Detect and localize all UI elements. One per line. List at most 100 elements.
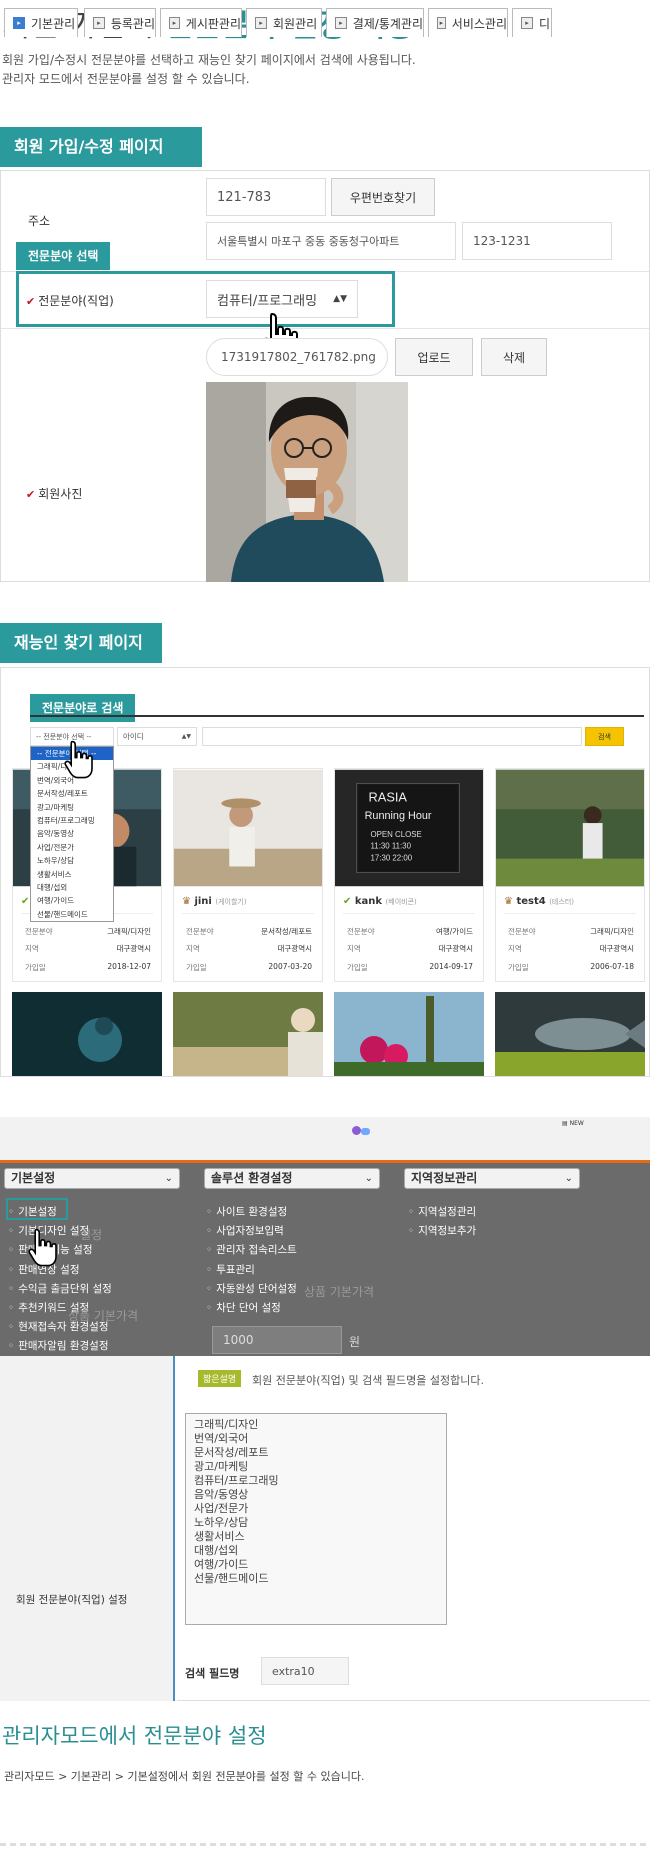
photo-file-field[interactable]: 1731917802_761782.png <box>206 338 388 376</box>
tab-icon: ▸ <box>437 17 446 29</box>
admin-tab[interactable]: ▸ 등록관리 <box>84 8 156 37</box>
card-member-name: ✔ <box>21 896 29 907</box>
talent-card[interactable]: ♛ jini (게이할기) 전문분야 문서작성/레포트 지역 대구광역시 가입일 20… <box>173 768 323 982</box>
dropdown-option[interactable]: 대행/섭외 <box>31 881 113 894</box>
upload-button[interactable]: 업로드 <box>395 338 473 376</box>
bottom-divider <box>0 1843 650 1846</box>
hand-cursor-icon <box>28 1228 57 1267</box>
footer-path: 관리자모드 > 기본관리 > 기본설정에서 회원 전문분야를 설정 할 수 있습… <box>4 1770 365 1783</box>
dropdown-option[interactable]: 광고/마케팅 <box>31 801 113 814</box>
dropdown-option[interactable]: 사업/전문가 <box>31 841 113 854</box>
card-image-7 <box>334 992 484 1076</box>
search-button[interactable]: 검색 <box>585 727 624 746</box>
admin-tab[interactable]: ▸ 서비스관리 <box>428 8 508 37</box>
ghost-text-2: 상품 기본가격 <box>304 1285 375 1299</box>
setting-row-label: 회원 전문분야(직업) 설정 <box>16 1594 128 1606</box>
menu-item[interactable]: 관리자 접속리스트 <box>206 1242 297 1257</box>
menu-item[interactable]: 지역정보추가 <box>408 1223 476 1238</box>
card-date-row: 가입일 2018-12-07 <box>25 962 151 972</box>
member-photo <box>206 382 408 582</box>
tab-icon: ▸ <box>255 17 267 29</box>
menu-item[interactable]: 투표관리 <box>206 1262 255 1277</box>
admin-tab[interactable]: ▸ 디 <box>512 8 552 37</box>
menu-item[interactable]: 사이트 환경설정 <box>206 1204 287 1219</box>
search-input[interactable] <box>202 727 582 746</box>
dropdown-option[interactable]: 음악/동영상 <box>31 827 113 840</box>
card-date-row: 가입일 2007-03-20 <box>186 962 312 972</box>
tab-icon: ▸ <box>93 17 105 29</box>
menu-item[interactable]: 수익금 출금단위 설정 <box>8 1281 112 1296</box>
hand-cursor-icon <box>64 740 93 779</box>
svg-text:OPEN CLOSE: OPEN CLOSE <box>371 830 422 839</box>
help-text: 회원 전문분야(직업) 및 검색 필드명을 설정합니다. <box>252 1374 484 1387</box>
tab-icon: ▸ <box>13 17 25 29</box>
card-member-name: ♛ test4 (테스터) <box>504 896 574 907</box>
admin-tab[interactable]: ▸ 회원관리 <box>246 8 322 37</box>
ghost-text-1: 설정 <box>80 1228 103 1242</box>
member-level-icon: ✔ <box>343 896 352 907</box>
card-image <box>174 769 322 887</box>
card-field-row: 전문분야 그래픽/디자인 <box>508 927 634 936</box>
card-image <box>496 769 644 887</box>
menu-item[interactable]: 지역설정관리 <box>408 1204 476 1219</box>
menu-item[interactable]: 사업자정보입력 <box>206 1223 284 1238</box>
member-level-icon: ♛ <box>182 896 191 907</box>
footer-title: 관리자모드에서 전문분야 설정 <box>2 1724 267 1748</box>
card-field-row: 전문분야 그래픽/디자인 <box>25 927 151 936</box>
card-region-row: 지역 대구광역시 <box>25 944 151 953</box>
menu-group-head[interactable]: 기본설정 ⌄ <box>4 1168 180 1189</box>
dropdown-option[interactable]: 컴퓨터/프로그래밍 <box>31 814 113 827</box>
field-name-input[interactable]: extra10 <box>261 1657 349 1685</box>
menu-group-head[interactable]: 솔루션 환경설정 ⌄ <box>204 1168 380 1189</box>
card-image: RASIA Running Hour OPEN CLOSE 11:30 11:30 17… <box>335 769 483 887</box>
basic-settings-highlight <box>6 1198 68 1220</box>
address-field-1[interactable]: 서울특별시 마포구 중동 중동청구아파트 <box>206 222 456 260</box>
delete-button[interactable]: 삭제 <box>481 338 547 376</box>
card-image-6 <box>173 992 323 1076</box>
menu-item[interactable]: 자동완성 단어설정 <box>206 1281 297 1296</box>
zip-field[interactable]: 121-783 <box>206 178 326 216</box>
field-select-tag: 전문분야 선택 <box>16 242 111 270</box>
dropdown-option[interactable]: 문서작성/레포트 <box>31 787 113 800</box>
admin-tab[interactable]: ▸ 게시판관리 <box>160 8 242 37</box>
check-icon: ✔ <box>26 295 36 308</box>
dropdown-option[interactable]: 노하우/상담 <box>31 854 113 867</box>
address-label: 주소 <box>28 214 51 228</box>
signup-section-title: 회원 가입/수정 페이지 <box>0 127 202 167</box>
notice-badge-icon: ▤ NEW <box>562 1120 584 1127</box>
admin-tab[interactable]: ▸ 기본관리 <box>4 8 78 37</box>
price-field[interactable]: 1000 <box>212 1326 342 1354</box>
admin-tab-bar <box>0 1117 650 1163</box>
price-unit: 원 <box>349 1335 361 1349</box>
select-arrows-icon: ▲▼ <box>333 294 347 304</box>
dropdown-option[interactable]: 여행/가이드 <box>31 894 113 907</box>
tab-icon: ▸ <box>335 17 347 29</box>
talent-card[interactable]: ♛ test4 (테스터) 전문분야 그래픽/디자인 지역 대구광역시 가입일 200… <box>495 768 645 982</box>
menu-item[interactable]: 차단 단어 설정 <box>206 1300 281 1315</box>
menu-group-head[interactable]: 지역정보관리 ⌄ <box>404 1168 580 1189</box>
svg-text:11:30 11:30: 11:30 11:30 <box>371 842 412 851</box>
tab-icon: ▸ <box>169 17 180 29</box>
address-field-2[interactable]: 123-1231 <box>462 222 612 260</box>
card-field-row: 전문분야 문서작성/레포트 <box>186 927 312 936</box>
svg-text:17:30 22:00: 17:30 22:00 <box>371 854 413 863</box>
talent-section-title: 재능인 찾기 페이지 <box>0 623 162 663</box>
card-member-name: ♛ jini (게이할기) <box>182 896 247 907</box>
card-date-row: 가입일 2014-09-17 <box>347 962 473 972</box>
chevron-down-icon: ⌄ <box>164 1173 173 1184</box>
field-name-label: 검색 필드명 <box>185 1667 240 1680</box>
intro-line-2: 관리자 모드에서 전문분야를 설정 할 수 있습니다. <box>2 72 250 86</box>
dropdown-option[interactable]: 생활서비스 <box>31 868 113 881</box>
member-level-icon: ♛ <box>504 896 513 907</box>
card-image-5 <box>12 992 162 1076</box>
zip-search-button[interactable]: 우편번호찾기 <box>331 178 435 216</box>
check-icon: ✔ <box>26 488 36 501</box>
menu-item[interactable]: 판매자알림 환경설정 <box>8 1338 108 1353</box>
admin-tab[interactable]: ▸ 결제/통계관리 <box>326 8 424 37</box>
intro-text: 회원 가입/수정시 전문분야를 선택하고 재능인 찾기 페이지에서 검색에 사용… <box>2 51 416 89</box>
id-filter-select[interactable]: 아이디 ▲▼ <box>117 727 197 746</box>
dropdown-option[interactable]: 선물/핸드메이드 <box>31 908 113 921</box>
talent-card[interactable]: RASIA Running Hour OPEN CLOSE 11:30 11:30 17… <box>334 768 484 982</box>
card-date-row: 가입일 2006-07-18 <box>508 962 634 972</box>
field-list-textarea[interactable] <box>185 1413 447 1625</box>
